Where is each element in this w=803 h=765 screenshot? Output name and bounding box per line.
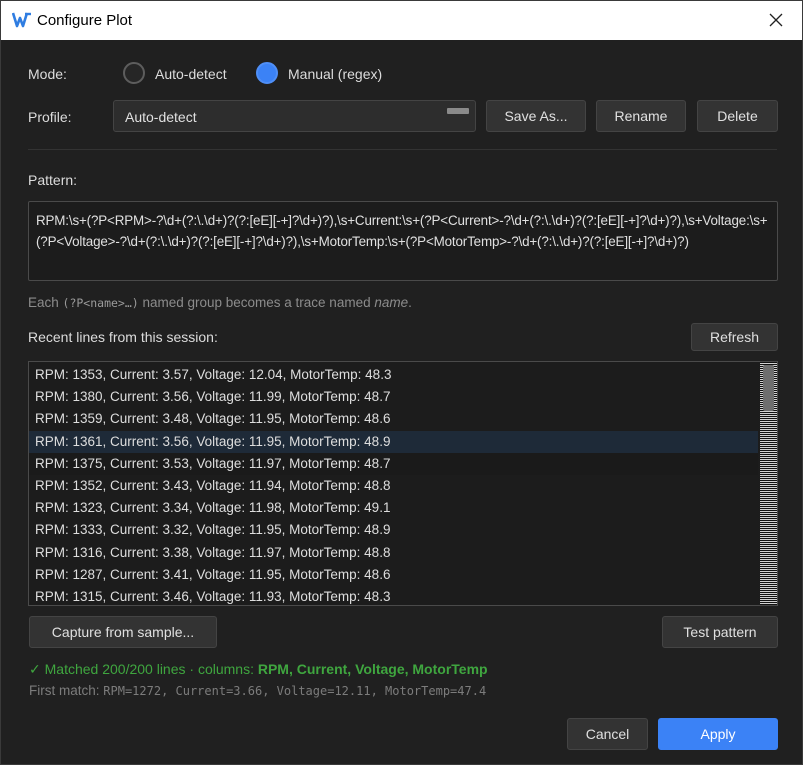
scrollbar-thumb[interactable] [763, 365, 774, 411]
section-divider [28, 149, 777, 150]
list-item[interactable]: RPM: 1352, Current: 3.43, Voltage: 11.94… [29, 475, 758, 497]
list-item[interactable]: RPM: 1316, Current: 3.38, Voltage: 11.97… [29, 542, 758, 564]
window-title: Configure Plot [37, 12, 133, 29]
list-item[interactable]: RPM: 1380, Current: 3.56, Voltage: 11.99… [29, 386, 758, 408]
list-item[interactable]: RPM: 1359, Current: 3.48, Voltage: 11.95… [29, 408, 758, 430]
list-item[interactable]: RPM: 1315, Current: 3.46, Voltage: 11.93… [29, 586, 758, 605]
configure-plot-dialog: Configure Plot Mode: Auto-detect Manual … [0, 0, 803, 765]
list-item[interactable]: RPM: 1375, Current: 3.53, Voltage: 11.97… [29, 452, 758, 475]
capture-from-sample-button[interactable]: Capture from sample... [29, 616, 217, 648]
list-item[interactable]: RPM: 1353, Current: 3.57, Voltage: 12.04… [29, 364, 758, 386]
save-as-button[interactable]: Save As... [486, 100, 586, 132]
dropdown-handle-icon [447, 108, 469, 114]
cancel-button[interactable]: Cancel [567, 718, 648, 750]
recent-lines-label: Recent lines from this session: [28, 329, 218, 345]
close-icon[interactable] [764, 8, 788, 32]
app-logo-icon [12, 12, 31, 28]
recent-lines-list[interactable]: RPM: 1353, Current: 3.57, Voltage: 12.04… [28, 361, 778, 606]
list-item[interactable]: RPM: 1287, Current: 3.41, Voltage: 11.95… [29, 564, 758, 586]
delete-button[interactable]: Delete [697, 100, 778, 132]
help-prefix: Each [28, 295, 63, 310]
match-columns: RPM, Current, Voltage, MotorTemp [257, 661, 488, 677]
help-middle: named group becomes a trace named [138, 295, 375, 310]
profile-label: Profile: [28, 109, 72, 125]
check-icon: ✓ [29, 661, 41, 677]
first-match-value: RPM=1272, Current=3.66, Voltage=12.11, M… [103, 684, 487, 698]
mode-label: Mode: [28, 66, 67, 82]
radio-auto-detect[interactable] [123, 62, 145, 84]
radio-auto-detect-label[interactable]: Auto-detect [155, 66, 227, 82]
pattern-label: Pattern: [28, 172, 78, 188]
radio-manual-regex-label[interactable]: Manual (regex) [288, 66, 382, 82]
profile-select[interactable]: Auto-detect [113, 100, 476, 132]
pattern-help-text: Each (?P<name>…) named group becomes a t… [28, 295, 412, 310]
first-match-label: First match: [29, 683, 104, 698]
match-status-text: Matched 200/200 lines · columns: [40, 661, 258, 677]
title-bar[interactable]: Configure Plot [1, 1, 802, 40]
test-pattern-button[interactable]: Test pattern [662, 616, 778, 648]
help-suffix: . [408, 295, 412, 310]
refresh-button[interactable]: Refresh [691, 323, 778, 351]
rename-button[interactable]: Rename [596, 100, 686, 132]
list-item[interactable]: RPM: 1323, Current: 3.34, Voltage: 11.98… [29, 497, 758, 519]
radio-manual-regex[interactable] [256, 62, 278, 84]
pattern-input[interactable]: RPM:\s+(?P<RPM>-?\d+(?:\.\d+)?(?:[eE][-+… [28, 201, 778, 281]
first-match: First match: RPM=1272, Current=3.66, Vol… [29, 683, 486, 698]
profile-select-value: Auto-detect [125, 109, 197, 125]
apply-button[interactable]: Apply [658, 718, 778, 750]
list-item[interactable]: RPM: 1361, Current: 3.56, Voltage: 11.95… [29, 430, 758, 453]
help-code: (?P<name>…) [62, 296, 139, 310]
help-emphasis: name [374, 295, 409, 310]
list-item[interactable]: RPM: 1333, Current: 3.32, Voltage: 11.95… [29, 519, 758, 541]
match-status: ✓ Matched 200/200 lines · columns: RPM, … [29, 661, 488, 678]
